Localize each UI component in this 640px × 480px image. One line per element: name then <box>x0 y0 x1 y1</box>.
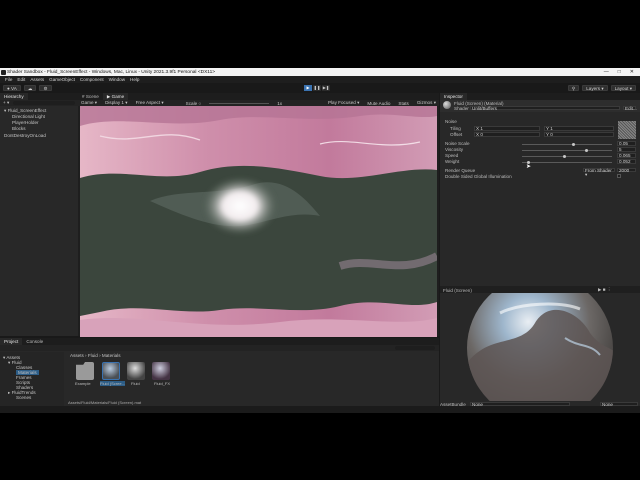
noise-scale-knob[interactable] <box>571 142 575 146</box>
prop-noise-scale-label: Noise Scale <box>445 141 470 146</box>
tiling-label: Tiling <box>450 126 461 131</box>
tiling-x-field[interactable]: X 1 <box>474 126 540 131</box>
project-panel: Project Console ▾ Assets ▾ Fluid Classes… <box>0 338 439 406</box>
mouse-cursor-icon: ➤ <box>526 164 532 170</box>
asset-label-fluid: Fluid <box>131 381 140 386</box>
menu-assets[interactable]: Assets <box>30 77 44 82</box>
render-queue-label: Render Queue <box>445 168 476 173</box>
step-icon[interactable]: ▶❚ <box>322 84 330 91</box>
scale-slider[interactable] <box>209 102 270 104</box>
menu-bar: File Edit Assets GameObject Component Wi… <box>0 76 640 83</box>
viscosity-value[interactable]: 5 <box>617 147 636 152</box>
viscosity-knob[interactable] <box>585 148 588 152</box>
asset-material-fx-icon[interactable] <box>152 362 170 380</box>
offset-x-field[interactable]: X 0 <box>474 132 540 137</box>
asset-folder-icon[interactable] <box>76 362 94 380</box>
menu-component[interactable]: Component <box>80 77 104 82</box>
playmode-controls: ▶ ❚❚ ▶❚ <box>304 84 330 91</box>
weight-slider[interactable] <box>522 160 612 164</box>
status-bar <box>0 406 640 413</box>
prop-weight-label: Weight <box>445 159 460 164</box>
menu-file[interactable]: File <box>5 77 12 82</box>
menu-edit[interactable]: Edit <box>17 77 25 82</box>
speed-value[interactable]: 0.065 <box>617 153 636 158</box>
pause-icon[interactable]: ❚❚ <box>313 84 321 91</box>
asset-label-example: Example <box>75 381 91 386</box>
hierarchy-panel: Hierarchy + ▾ ▾ Fluid_ScreenEffect Direc… <box>0 93 78 336</box>
asset-material-fluid-icon[interactable] <box>127 362 145 380</box>
hierarchy-item-dontdestroy[interactable]: DontDestroyOnLoad <box>4 133 46 138</box>
menu-help[interactable]: Help <box>130 77 139 82</box>
asset-label-fluid-fx: Fluid_FX <box>154 381 171 386</box>
asset-material-screen-icon[interactable] <box>102 362 120 380</box>
material-preview-sphere[interactable] <box>440 293 640 401</box>
speed-slider[interactable] <box>522 154 612 158</box>
window-title: Shader Sandbox - Fluid_ScreenEffect - Wi… <box>7 69 216 75</box>
offset-y-field[interactable]: Y 0 <box>544 132 614 137</box>
project-search-field[interactable] <box>395 346 435 350</box>
prop-speed-label: Speed <box>445 153 459 158</box>
tiling-y-field[interactable]: Y 1 <box>544 126 614 131</box>
scale-value: 1x <box>277 100 283 106</box>
hierarchy-item-blocks[interactable]: Blocks <box>12 126 26 131</box>
settings-icon[interactable]: ⚙ <box>39 84 52 91</box>
noise-scale-slider[interactable] <box>522 142 612 146</box>
material-sphere-icon <box>443 101 451 109</box>
scale-label[interactable]: Scale ○ <box>186 101 202 106</box>
layout-dropdown[interactable]: Layout ▾ <box>610 84 636 91</box>
add-icon[interactable]: + ▾ <box>3 100 9 106</box>
game-render-view[interactable] <box>80 106 437 337</box>
render-queue-mode-dropdown[interactable]: From Shader ▾ <box>583 167 615 176</box>
menu-gameobject[interactable]: GameObject <box>49 77 75 82</box>
tab-inspector[interactable]: Inspector <box>440 93 467 100</box>
shader-label: Shader <box>454 106 469 111</box>
double-sided-gi-checkbox[interactable] <box>617 174 621 178</box>
tab-hierarchy[interactable]: Hierarchy <box>0 93 28 100</box>
title-bar: Shader Sandbox - Fluid_ScreenEffect - Wi… <box>0 68 640 76</box>
noise-texture-slot[interactable] <box>618 121 636 139</box>
hierarchy-search-field[interactable] <box>13 101 75 105</box>
viscosity-slider[interactable] <box>522 148 612 152</box>
tree-scenes[interactable]: Scenes <box>16 395 31 400</box>
offset-label: Offset <box>450 132 463 137</box>
shader-edit-button[interactable]: Edit... <box>623 105 637 110</box>
cloud-icon[interactable]: ☁ <box>23 84 37 91</box>
preview-label: Fluid (Screen) <box>443 287 472 293</box>
render-queue-value[interactable]: 2000 <box>617 167 636 172</box>
noise-scale-value[interactable]: 0.05 <box>617 141 636 146</box>
weight-value[interactable]: 0.052 <box>617 159 636 164</box>
tab-project[interactable]: Project <box>0 338 23 345</box>
hierarchy-item-player[interactable]: PlayerHolder <box>12 120 39 125</box>
project-breadcrumb[interactable]: Assets › Fluid › Materials <box>70 353 121 358</box>
noise-label: Noise <box>445 119 457 124</box>
layers-dropdown[interactable]: Layers ▾ <box>582 84 608 91</box>
tab-console[interactable]: Console <box>22 338 47 345</box>
play-icon[interactable]: ▶ <box>304 84 312 91</box>
minimize-icon[interactable]: — <box>604 69 609 75</box>
mute-audio-toggle[interactable]: Mute Audio <box>367 101 390 106</box>
unity-editor-window: Shader Sandbox - Fluid_ScreenEffect - Wi… <box>0 68 640 413</box>
inspector-panel: Inspector Fluid (Screen) (Material) Shad… <box>440 93 640 407</box>
maximize-icon[interactable]: □ <box>618 69 621 75</box>
search-icon[interactable]: ⚲ <box>567 84 580 91</box>
close-icon[interactable]: ✕ <box>630 69 634 75</box>
asset-label-fluid-screen: Fluid (Scree... <box>100 381 125 386</box>
speed-knob[interactable] <box>562 154 566 158</box>
double-sided-gi-label: Double Sided Global Illumination <box>445 174 512 179</box>
asset-path: Assets/Fluid/Materials/Fluid (Screen).ma… <box>68 400 142 405</box>
shader-dropdown[interactable]: Unlit/Buffers <box>470 105 620 110</box>
prop-viscosity-label: Viscosity <box>445 147 464 152</box>
account-button[interactable]: ● VA <box>3 84 21 91</box>
tab-scene[interactable]: # Scene <box>78 93 103 100</box>
tab-game[interactable]: ▶ Game <box>102 93 129 100</box>
menu-window[interactable]: Window <box>109 77 125 82</box>
hierarchy-item-light[interactable]: Directional Light <box>12 114 45 119</box>
window-controls: — □ ✕ <box>604 69 640 75</box>
unity-app-icon <box>1 69 6 75</box>
stats-toggle[interactable]: Stats <box>398 101 408 106</box>
